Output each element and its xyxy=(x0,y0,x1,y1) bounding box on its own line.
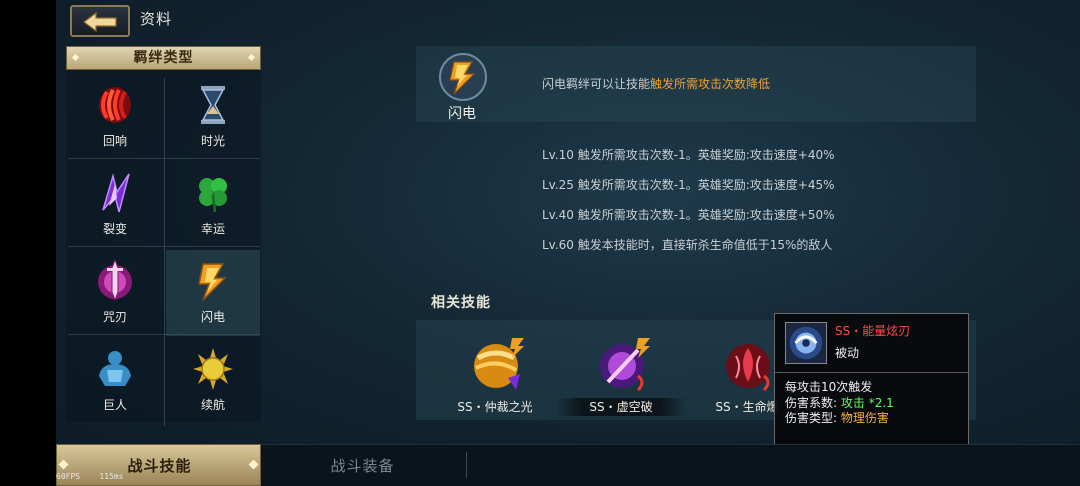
dmg-label: 伤害类型: xyxy=(785,411,838,425)
tooltip-skill-type: 被动 xyxy=(835,346,860,360)
hourglass-icon xyxy=(201,86,225,124)
arbitration-light-skill-icon xyxy=(474,338,524,390)
skill-card-arbitration-light[interactable]: SS・仲裁之光 xyxy=(430,326,550,418)
dmg-value: 物理伤害 xyxy=(840,411,889,425)
skill-card-void-break[interactable]: SS・虚空破 xyxy=(556,326,686,418)
coef-value: 攻击 *2.1 xyxy=(840,396,894,410)
energy-blade-skill-icon xyxy=(785,322,827,364)
level-bonus-row: Lv.40 触发所需攻击次数-1。英雄奖励:攻击速度+50% xyxy=(542,208,835,222)
lightning-icon xyxy=(198,263,227,301)
bond-type-title: 羁绊类型 xyxy=(66,46,261,70)
fps-counter: 60FPS 115ms xyxy=(56,472,123,481)
void-break-skill-icon xyxy=(600,338,650,392)
tab-battle-equipment[interactable]: 战斗装备 xyxy=(265,455,460,476)
description-text: 闪电羁绊可以让技能 xyxy=(542,77,651,91)
sun-icon xyxy=(193,348,233,390)
tooltip-trigger: 每攻击10次触发 xyxy=(785,380,873,394)
bond-item-time[interactable]: 时光 xyxy=(166,74,260,160)
cursed-blade-icon xyxy=(98,258,132,302)
bond-item-giant[interactable]: 巨人 xyxy=(68,338,162,424)
related-skills-title: 相关技能 xyxy=(431,295,491,311)
bond-item-lightning[interactable]: 闪电 xyxy=(166,250,260,336)
tooltip-skill-name: SS・能量炫刃 xyxy=(835,324,911,338)
bond-item-cursed-blade[interactable]: 咒刃 xyxy=(68,250,162,336)
level-bonus-row: Lv.60 触发本技能时，直接斩杀生命值低于15%的敌人 xyxy=(542,238,833,252)
back-button[interactable] xyxy=(70,5,130,37)
life-burst-skill-icon xyxy=(726,344,770,392)
bond-item-label: 巨人 xyxy=(102,398,127,412)
bond-item-label: 回响 xyxy=(102,134,127,148)
bond-detail-name: 闪电 xyxy=(448,106,476,122)
bond-item-echo[interactable]: 回响 xyxy=(68,74,162,160)
bond-item-label: 裂变 xyxy=(102,222,127,236)
fps-value: 60FPS xyxy=(56,472,81,481)
skill-name: SS・仲裁之光 xyxy=(457,400,533,414)
tooltip-damage-type: 伤害类型: 物理伤害 xyxy=(785,409,889,426)
giant-icon xyxy=(99,351,131,386)
lightning-icon xyxy=(439,53,487,101)
bond-item-endurance[interactable]: 续航 xyxy=(166,338,260,424)
coef-label: 伤害系数: xyxy=(785,396,838,410)
bond-type-panel: 羁绊类型 回响 时光 裂变 幸运 咒刃 闪电 巨人 续航 xyxy=(66,46,261,426)
bond-item-label: 咒刃 xyxy=(102,310,127,324)
echo-icon xyxy=(99,87,131,123)
tab-divider xyxy=(466,452,467,478)
bond-item-fission[interactable]: 裂变 xyxy=(68,162,162,248)
skill-name: SS・虚空破 xyxy=(556,398,686,416)
bond-item-label: 幸运 xyxy=(200,222,225,236)
bond-detail-description: 闪电羁绊可以让技能触发所需攻击次数降低 xyxy=(542,75,770,92)
bond-item-label: 时光 xyxy=(200,134,225,148)
level-bonus-row: Lv.25 触发所需攻击次数-1。英雄奖励:攻击速度+45% xyxy=(542,178,835,192)
back-arrow-icon xyxy=(83,11,117,33)
page-title: 资料 xyxy=(140,10,173,28)
description-highlight: 触发所需攻击次数降低 xyxy=(650,77,771,91)
level-bonus-row: Lv.10 触发所需攻击次数-1。英雄奖励:攻击速度+40% xyxy=(542,148,835,162)
clover-icon xyxy=(199,178,227,213)
fission-icon xyxy=(102,173,130,213)
bond-item-luck[interactable]: 幸运 xyxy=(166,162,260,248)
bond-item-label: 闪电 xyxy=(200,310,225,324)
frame-ms: 115ms xyxy=(99,472,124,481)
level-bonus-list: Lv.10 触发所需攻击次数-1。英雄奖励:攻击速度+40% Lv.25 触发所… xyxy=(542,147,835,267)
bond-item-label: 续航 xyxy=(200,398,225,412)
